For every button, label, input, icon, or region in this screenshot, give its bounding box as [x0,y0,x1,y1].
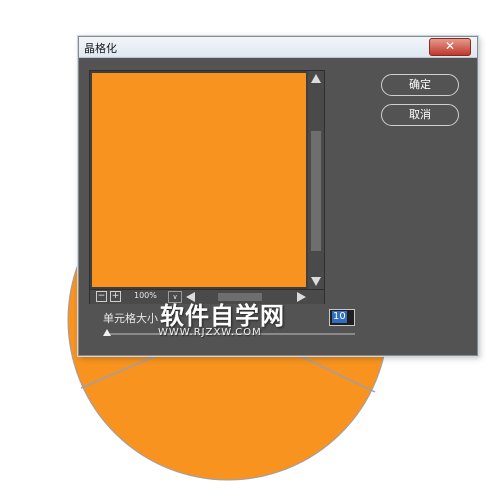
scroll-up-icon[interactable] [311,74,321,83]
preview-image[interactable] [92,73,306,287]
title-bar[interactable]: 晶格化 ✕ [79,37,477,58]
cell-size-value: 10 [332,311,347,323]
scroll-right-icon[interactable] [297,292,306,302]
zoom-level: 100% [134,291,157,300]
dialog-title: 晶格化 [84,42,117,55]
scroll-down-icon[interactable] [311,277,321,286]
preview-panel: − + 100% ∨ [89,70,325,304]
close-button[interactable]: ✕ [429,38,471,56]
watermark-url: WWW.RJZXW.COM [158,327,262,338]
vertical-scrollbar[interactable] [308,71,324,289]
zoom-in-button[interactable]: + [110,291,121,302]
close-icon: ✕ [444,39,456,53]
cell-size-slider-thumb[interactable] [103,329,111,336]
zoom-out-button[interactable]: − [96,291,107,302]
cancel-button[interactable]: 取消 [381,104,459,126]
ok-button[interactable]: 确定 [381,74,459,96]
cell-size-input[interactable]: 10 [329,309,355,326]
cell-size-label: 单元格大小 [103,312,158,325]
watermark-title: 软件自学网 [160,302,285,330]
vertical-scroll-thumb[interactable] [311,131,321,251]
